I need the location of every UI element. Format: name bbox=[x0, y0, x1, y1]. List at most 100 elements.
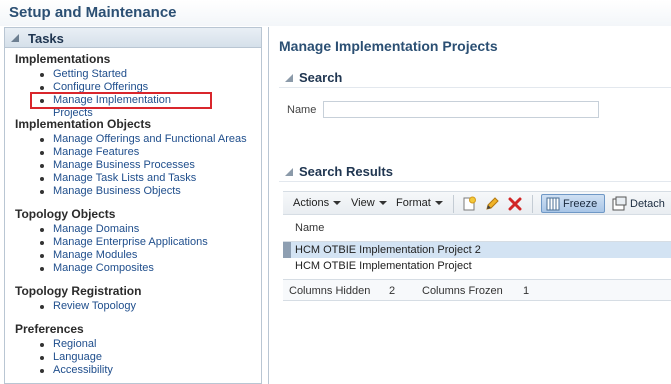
task-link[interactable]: Manage Business Processes bbox=[53, 159, 195, 171]
detach-button[interactable]: Detach bbox=[610, 194, 671, 213]
task-item-manage-offerings[interactable]: Manage Offerings and Functional Areas bbox=[35, 133, 247, 146]
tasks-panel: Tasks Implementations Getting Started Co… bbox=[4, 27, 262, 384]
section-title: Topology Objects bbox=[15, 207, 116, 221]
task-item-getting-started[interactable]: Getting Started bbox=[35, 68, 210, 81]
task-item-manage-domains[interactable]: Manage Domains bbox=[35, 223, 208, 236]
task-link[interactable]: Accessibility bbox=[53, 364, 113, 376]
task-link[interactable]: Review Topology bbox=[53, 300, 136, 312]
main-panel: Manage Implementation Projects Search Na… bbox=[268, 27, 671, 384]
section-topology-registration: Topology Registration Review Topology bbox=[15, 283, 141, 313]
toolbar-divider bbox=[453, 195, 454, 213]
freeze-columns-icon bbox=[546, 197, 560, 211]
task-link[interactable]: Manage Features bbox=[53, 146, 139, 158]
view-menu-label: View bbox=[351, 197, 375, 209]
toolbar-divider bbox=[532, 195, 533, 213]
format-menu[interactable]: Format bbox=[396, 197, 443, 209]
chevron-down-icon bbox=[434, 201, 443, 206]
task-link[interactable]: Configure Offerings bbox=[53, 81, 148, 93]
task-item-manage-implementation-projects[interactable]: Manage Implementation Projects bbox=[30, 92, 212, 119]
task-link[interactable]: Regional bbox=[53, 338, 96, 350]
section-title: Preferences bbox=[15, 322, 84, 336]
actions-menu-label: Actions bbox=[293, 197, 330, 209]
task-item-manage-modules[interactable]: Manage Modules bbox=[35, 249, 208, 262]
freeze-button[interactable]: Freeze bbox=[541, 194, 605, 213]
view-menu[interactable]: View bbox=[351, 197, 387, 209]
search-section-header[interactable]: Search bbox=[279, 68, 671, 88]
task-item-manage-task-lists[interactable]: Manage Task Lists and Tasks bbox=[35, 172, 247, 185]
task-item-regional[interactable]: Regional bbox=[35, 338, 113, 351]
section-title: Implementation Objects bbox=[15, 117, 152, 131]
task-item-manage-business-objects[interactable]: Manage Business Objects bbox=[35, 185, 247, 198]
section-title: Topology Registration bbox=[15, 284, 142, 298]
search-results-title: Search Results bbox=[299, 164, 393, 179]
create-icon[interactable] bbox=[461, 196, 477, 212]
tasks-panel-header[interactable]: Tasks bbox=[5, 28, 261, 48]
bullet-icon bbox=[40, 369, 44, 373]
collapse-triangle-icon[interactable] bbox=[11, 34, 19, 42]
task-link[interactable]: Manage Enterprise Applications bbox=[53, 236, 208, 248]
format-menu-label: Format bbox=[396, 197, 431, 209]
task-link[interactable]: Manage Composites bbox=[53, 262, 154, 274]
bullet-icon bbox=[40, 267, 44, 271]
task-link[interactable]: Manage Business Objects bbox=[53, 185, 181, 197]
bullet-icon bbox=[40, 228, 44, 232]
table-row[interactable]: HCM OTBIE Implementation Project 2 bbox=[283, 242, 671, 258]
task-item-language[interactable]: Language bbox=[35, 351, 113, 364]
table-row[interactable]: HCM OTBIE Implementation Project bbox=[283, 258, 671, 274]
detach-icon bbox=[612, 196, 627, 211]
row-selection-marker bbox=[283, 242, 291, 258]
column-header-label: Name bbox=[295, 222, 325, 234]
bullet-icon bbox=[40, 138, 44, 142]
task-list: Regional Language Accessibility bbox=[35, 338, 113, 377]
task-link[interactable]: Manage Modules bbox=[53, 249, 137, 261]
task-list: Review Topology bbox=[35, 300, 141, 313]
task-list: Manage Offerings and Functional Areas Ma… bbox=[35, 133, 247, 198]
collapse-triangle-icon[interactable] bbox=[285, 168, 293, 176]
task-item-configure-offerings[interactable]: Configure Offerings bbox=[35, 81, 210, 94]
search-results-section-header[interactable]: Search Results bbox=[279, 162, 671, 182]
table-summary-bar: Columns Hidden 2 Columns Frozen 1 bbox=[283, 279, 671, 301]
bullet-icon bbox=[40, 343, 44, 347]
collapse-triangle-icon[interactable] bbox=[285, 74, 293, 82]
task-item-review-topology[interactable]: Review Topology bbox=[35, 300, 141, 313]
task-link[interactable]: Manage Task Lists and Tasks bbox=[53, 172, 196, 184]
task-item-manage-composites[interactable]: Manage Composites bbox=[35, 262, 208, 275]
table-cell: HCM OTBIE Implementation Project bbox=[295, 260, 472, 272]
task-list: Getting Started Configure Offerings Mana… bbox=[30, 68, 212, 119]
task-item-manage-enterprise-applications[interactable]: Manage Enterprise Applications bbox=[35, 236, 208, 249]
actions-menu[interactable]: Actions bbox=[293, 197, 342, 209]
name-search-input[interactable] bbox=[323, 101, 599, 118]
column-header-name[interactable]: Name bbox=[283, 215, 671, 242]
columns-hidden-label: Columns Hidden bbox=[289, 285, 371, 297]
detach-button-label: Detach bbox=[630, 198, 665, 210]
task-item-manage-features[interactable]: Manage Features bbox=[35, 146, 247, 159]
bullet-icon bbox=[40, 241, 44, 245]
bullet-icon bbox=[40, 305, 44, 309]
section-preferences: Preferences Regional Language Accessibil… bbox=[15, 321, 113, 377]
section-title: Implementations bbox=[15, 52, 111, 66]
delete-icon[interactable] bbox=[507, 196, 523, 212]
search-section-title: Search bbox=[299, 70, 343, 85]
task-item-accessibility[interactable]: Accessibility bbox=[35, 364, 113, 377]
task-item-manage-business-processes[interactable]: Manage Business Processes bbox=[35, 159, 247, 172]
bullet-icon bbox=[40, 190, 44, 194]
task-link[interactable]: Manage Offerings and Functional Areas bbox=[53, 133, 247, 145]
task-link[interactable]: Language bbox=[53, 351, 102, 363]
bullet-icon bbox=[40, 86, 44, 90]
freeze-button-label: Freeze bbox=[563, 198, 598, 210]
section-implementations: Implementations Getting Started Configur… bbox=[15, 51, 212, 119]
section-implementation-objects: Implementation Objects Manage Offerings … bbox=[15, 116, 247, 198]
columns-frozen-label: Columns Frozen bbox=[422, 285, 503, 297]
bullet-icon bbox=[40, 356, 44, 360]
bullet-icon bbox=[40, 177, 44, 181]
task-link[interactable]: Manage Domains bbox=[53, 223, 139, 235]
task-link[interactable]: Getting Started bbox=[53, 68, 127, 80]
bullet-icon bbox=[40, 73, 44, 77]
bullet-icon bbox=[40, 151, 44, 155]
edit-pencil-icon[interactable] bbox=[484, 196, 500, 212]
chevron-down-icon bbox=[333, 201, 342, 206]
results-table: Name HCM OTBIE Implementation Project 2 … bbox=[283, 215, 671, 274]
bullet-icon bbox=[40, 164, 44, 168]
app-title: Setup and Maintenance bbox=[9, 4, 177, 21]
name-field-label: Name bbox=[287, 104, 317, 116]
